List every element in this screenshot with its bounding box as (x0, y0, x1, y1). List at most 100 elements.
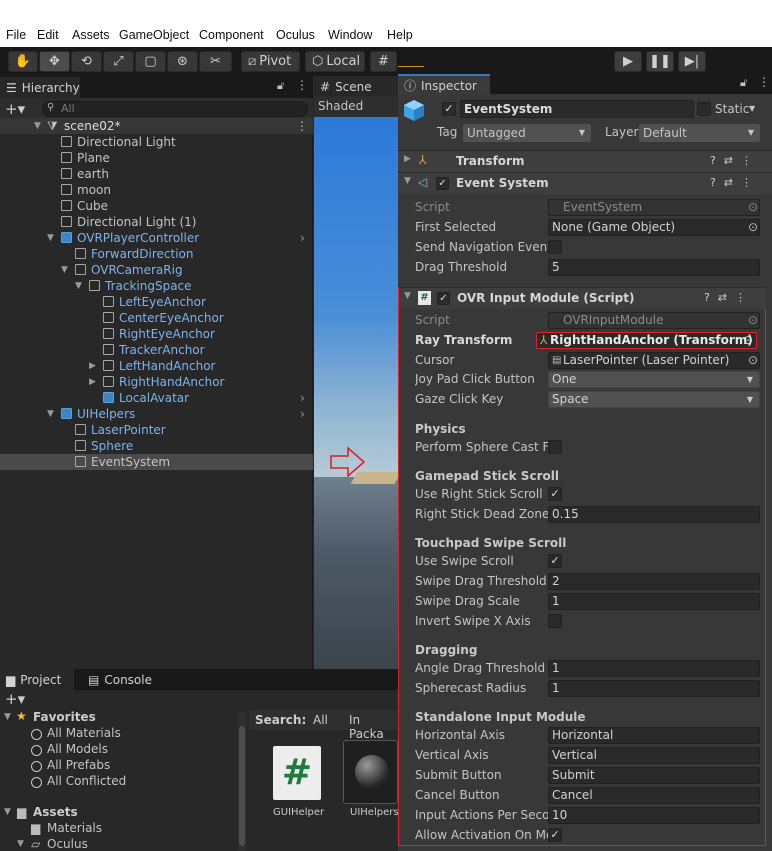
angle-threshold-field[interactable]: 1 (548, 660, 760, 677)
expand-arrow-icon[interactable]: ▼ (75, 278, 82, 294)
menu-component[interactable]: Component (199, 28, 264, 42)
expanded-arrow-icon[interactable]: ▼ (17, 839, 24, 849)
chevron-right-icon[interactable]: › (300, 390, 305, 406)
expanded-arrow-icon[interactable]: ▼ (404, 291, 411, 301)
swipe-scale-field[interactable]: 1 (548, 593, 760, 610)
file-uihelpers[interactable]: UIHelpers (350, 807, 399, 818)
hierarchy-item[interactable]: Directional Light (0, 134, 313, 150)
favorites-label[interactable]: Favorites (33, 710, 96, 724)
play-button[interactable]: ▶ (614, 51, 642, 72)
static-checkbox[interactable] (697, 102, 711, 116)
expanded-arrow-icon[interactable]: ▼ (404, 176, 411, 186)
spherecast-radius-field[interactable]: 1 (548, 680, 760, 697)
folder-materials[interactable]: Materials (47, 821, 102, 835)
prefab-thumbnail[interactable] (343, 740, 398, 804)
menu-gameobject[interactable]: GameObject (119, 28, 189, 42)
menu-file[interactable]: File (6, 28, 26, 42)
kebab-menu-icon[interactable]: ⋮ (758, 75, 770, 89)
gaze-key-dropdown[interactable]: Space (548, 391, 760, 408)
hierarchy-item[interactable]: ▶ LeftHandAnchor (0, 358, 313, 374)
step-button[interactable]: ▶| (678, 51, 706, 72)
search-in-packages-option[interactable]: In Packa (349, 713, 398, 741)
send-navigation-checkbox[interactable] (548, 240, 562, 254)
move-tool-button[interactable]: ✥ (39, 51, 70, 72)
hierarchy-item[interactable]: ▶ RightHandAnchor (0, 374, 313, 390)
hierarchy-item[interactable]: Plane (0, 150, 313, 166)
collapsed-arrow-icon[interactable]: ▶ (404, 154, 411, 164)
menu-edit[interactable]: Edit (37, 28, 59, 42)
tab-console[interactable]: ▤ Console (82, 669, 162, 690)
menu-oculus[interactable]: Oculus (276, 28, 315, 42)
expand-arrow-icon[interactable]: ▼ (47, 230, 54, 246)
cursor-field[interactable]: LaserPointer (Laser Pointer) (548, 352, 760, 369)
chevron-right-icon[interactable]: › (300, 406, 305, 422)
gameobject-cube-icon[interactable] (402, 98, 426, 122)
pivot-toggle[interactable]: ⧄ Pivot (241, 51, 300, 72)
hierarchy-item[interactable]: Cube (0, 198, 313, 214)
hierarchy-item[interactable]: LocalAvatar › (0, 390, 313, 406)
tag-dropdown[interactable]: Untagged ▼ (463, 124, 591, 142)
expand-arrow-icon[interactable]: ▶ (89, 358, 96, 374)
hierarchy-item[interactable]: moon (0, 182, 313, 198)
transform-tool-button[interactable]: ⊛ (167, 51, 198, 72)
ovr-input-module-header[interactable]: ▼ # ✓ OVR Input Module (Script) ?⇄⋮ (399, 287, 766, 309)
expand-arrow-icon[interactable]: ▶ (89, 374, 96, 390)
custom-tool-button[interactable]: ✂ (199, 51, 232, 72)
add-icon[interactable]: +▾ (5, 100, 25, 118)
chevron-right-icon[interactable]: › (300, 230, 305, 246)
expand-arrow-icon[interactable]: ▼ (34, 118, 41, 134)
vertical-axis-field[interactable]: Vertical (548, 747, 760, 764)
enable-checkbox[interactable]: ✓ (437, 292, 450, 305)
gameobject-name-field[interactable]: EventSystem (460, 100, 694, 118)
object-picker-icon[interactable]: ⊙ (748, 351, 758, 370)
submit-button-field[interactable]: Submit (548, 767, 760, 784)
hierarchy-item[interactable]: Sphere (0, 438, 313, 454)
scene-root-row[interactable]: ▼ ⧩ scene02* ⋮ (0, 118, 313, 134)
tab-project[interactable]: ▆ Project (0, 669, 74, 690)
horizontal-axis-field[interactable]: Horizontal (548, 727, 760, 744)
hierarchy-item[interactable]: Directional Light (1) (0, 214, 313, 230)
folder-oculus[interactable]: Oculus (47, 837, 88, 851)
favorite-item[interactable]: All Materials (47, 726, 121, 740)
object-picker-icon[interactable]: ⊙ (748, 218, 758, 237)
hierarchy-item[interactable]: ▼ UIHelpers › (0, 406, 313, 422)
cancel-button-field[interactable]: Cancel (548, 787, 760, 804)
transform-component-header[interactable]: ▶ ⅄ Transform ?⇄⋮ (398, 150, 772, 172)
favorite-item[interactable]: All Conflicted (47, 774, 126, 788)
file-guihelper[interactable]: GUIHelper (273, 807, 324, 818)
hand-tool-button[interactable]: ✋ (8, 51, 38, 72)
object-picker-icon[interactable]: ⊙ (743, 331, 753, 350)
static-dropdown-icon[interactable]: ▼ (749, 104, 755, 113)
component-controls[interactable]: ?⇄⋮ (704, 291, 754, 304)
assets-label[interactable]: Assets (33, 805, 78, 819)
expand-arrow-icon[interactable]: ▼ (47, 406, 54, 422)
active-checkbox[interactable]: ✓ (442, 102, 456, 116)
menu-window[interactable]: Window (328, 28, 372, 42)
first-selected-field[interactable]: None (Game Object) (548, 219, 760, 236)
favorite-item[interactable]: All Prefabs (47, 758, 110, 772)
rect-tool-button[interactable]: ▢ (135, 51, 166, 72)
drag-threshold-field[interactable]: 5 (548, 259, 760, 276)
joypad-dropdown[interactable]: One (548, 371, 760, 388)
hierarchy-search-input[interactable]: ⚲ All (42, 101, 308, 117)
event-system-component-header[interactable]: ▼ ◁︎ ✓ Event System ?⇄⋮ (398, 172, 772, 194)
tab-hierarchy[interactable]: ☰ Hierarchy (0, 77, 80, 98)
enable-checkbox[interactable]: ✓ (436, 177, 449, 190)
use-swipe-checkbox[interactable]: ✓ (548, 554, 562, 568)
hierarchy-item[interactable]: ForwardDirection (0, 246, 313, 262)
swipe-threshold-field[interactable]: 2 (548, 573, 760, 590)
menu-assets[interactable]: Assets (72, 28, 110, 42)
hierarchy-item[interactable]: RightEyeAnchor (0, 326, 313, 342)
expanded-arrow-icon[interactable]: ▼ (4, 807, 11, 817)
hierarchy-item[interactable]: ▼ OVRCameraRig (0, 262, 313, 278)
kebab-menu-icon[interactable]: ⋮ (296, 78, 308, 92)
local-toggle[interactable]: ⬡ Local (305, 51, 365, 72)
right-dead-zone-field[interactable]: 0.15 (548, 506, 760, 523)
grid-snap-button[interactable]: # (370, 51, 397, 72)
invert-swipe-checkbox[interactable] (548, 614, 562, 628)
component-controls[interactable]: ?⇄⋮ (710, 176, 760, 189)
add-icon[interactable]: +▾ (5, 690, 25, 708)
tree-scrollbar[interactable] (238, 712, 246, 851)
rotate-tool-button[interactable]: ⟲ (71, 51, 102, 72)
hierarchy-item[interactable]: earth (0, 166, 313, 182)
